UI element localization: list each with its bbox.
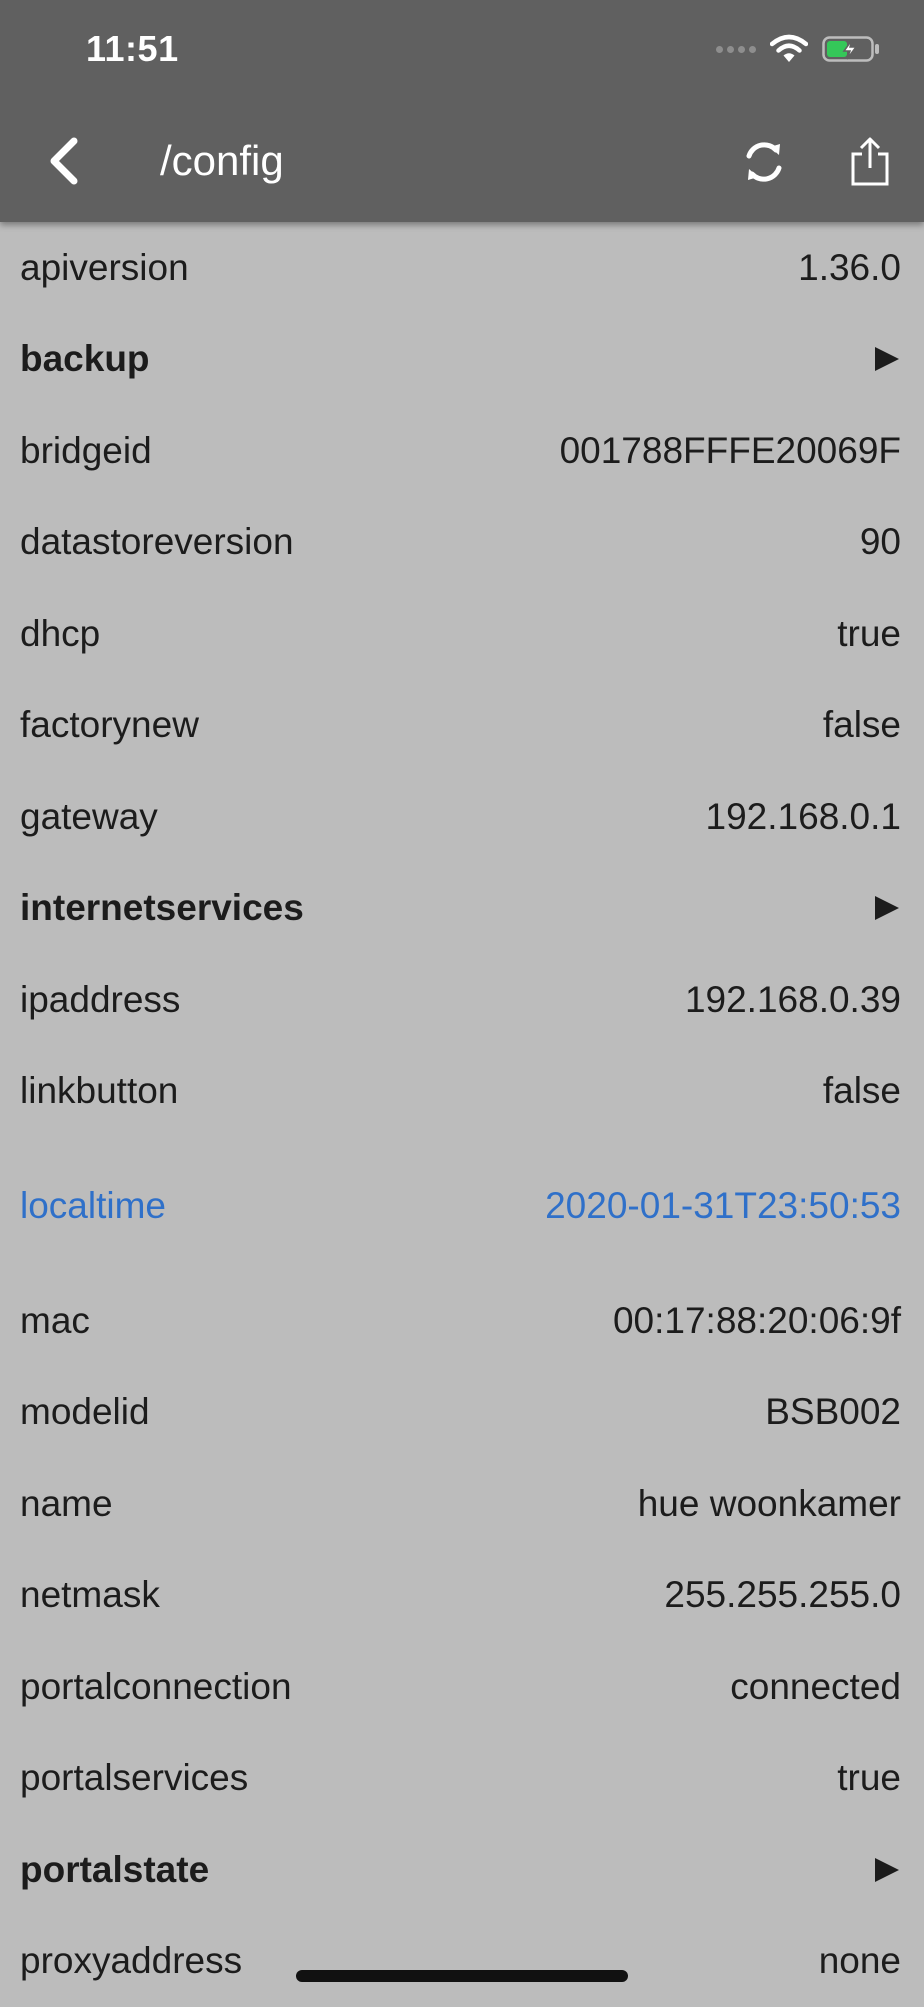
row-key: backup	[20, 338, 150, 380]
row-value: 001788FFFE20069F	[560, 430, 901, 472]
row-value: none	[819, 1940, 901, 1982]
row-key: portalconnection	[20, 1666, 292, 1708]
row-key: ipaddress	[20, 979, 180, 1021]
row-key: bridgeid	[20, 430, 152, 472]
row-key: internetservices	[20, 887, 304, 929]
list-item-gateway[interactable]: gateway 192.168.0.1	[0, 771, 924, 863]
list-item-netmask[interactable]: netmask 255.255.255.0	[0, 1550, 924, 1642]
wifi-icon	[770, 34, 808, 64]
list-item-internetservices[interactable]: internetservices	[0, 863, 924, 955]
row-key: modelid	[20, 1391, 150, 1433]
list-item-linkbutton[interactable]: linkbutton false	[0, 1046, 924, 1138]
row-key: factorynew	[20, 704, 199, 746]
status-icons	[716, 32, 880, 66]
expand-arrow-icon	[875, 896, 899, 920]
row-key: localtime	[20, 1185, 166, 1227]
top-bar: 11:51 /config	[0, 0, 924, 222]
list-item-portalconnection[interactable]: portalconnection connected	[0, 1641, 924, 1733]
list-item-mac[interactable]: mac 00:17:88:20:06:9f	[0, 1275, 924, 1367]
list-item-apiversion[interactable]: apiversion 1.36.0	[0, 222, 924, 314]
config-list: apiversion 1.36.0 backup bridgeid 001788…	[0, 222, 924, 2007]
row-value: 2020-01-31T23:50:53	[531, 1183, 901, 1229]
row-value: 192.168.0.39	[685, 979, 901, 1021]
share-icon[interactable]	[848, 136, 892, 188]
row-key: datastoreversion	[20, 521, 294, 563]
row-value: true	[837, 1757, 901, 1799]
row-value: 255.255.255.0	[664, 1574, 901, 1616]
row-value: hue woonkamer	[638, 1483, 901, 1525]
home-indicator[interactable]	[296, 1970, 628, 1982]
row-value: false	[823, 1070, 901, 1112]
row-key: apiversion	[20, 247, 189, 289]
refresh-icon[interactable]	[740, 136, 788, 188]
row-value: connected	[730, 1666, 901, 1708]
row-key: proxyaddress	[20, 1940, 242, 1982]
battery-icon	[822, 34, 880, 64]
row-value: BSB002	[765, 1391, 901, 1433]
row-key: name	[20, 1483, 113, 1525]
row-value: true	[837, 613, 901, 655]
back-button[interactable]	[44, 136, 84, 186]
page-title: /config	[160, 136, 284, 186]
expand-arrow-icon	[875, 347, 899, 371]
status-time: 11:51	[86, 28, 179, 70]
list-item-proxyaddress[interactable]: proxyaddress none	[0, 1916, 924, 2007]
row-value: 192.168.0.1	[706, 796, 901, 838]
list-item-bridgeid[interactable]: bridgeid 001788FFFE20069F	[0, 405, 924, 497]
row-value: 90	[860, 521, 901, 563]
row-key: gateway	[20, 796, 158, 838]
row-key: dhcp	[20, 613, 100, 655]
list-item-portalstate[interactable]: portalstate	[0, 1824, 924, 1916]
row-key: portalservices	[20, 1757, 248, 1799]
row-key: mac	[20, 1300, 90, 1342]
list-item-name[interactable]: name hue woonkamer	[0, 1458, 924, 1550]
row-value: 1.36.0	[798, 247, 901, 289]
list-item-modelid[interactable]: modelid BSB002	[0, 1367, 924, 1459]
list-item-factorynew[interactable]: factorynew false	[0, 680, 924, 772]
list-item-datastoreversion[interactable]: datastoreversion 90	[0, 497, 924, 589]
row-value: false	[823, 704, 901, 746]
row-value: 00:17:88:20:06:9f	[613, 1300, 901, 1342]
list-item-backup[interactable]: backup	[0, 314, 924, 406]
list-item-ipaddress[interactable]: ipaddress 192.168.0.39	[0, 954, 924, 1046]
expand-arrow-icon	[875, 1858, 899, 1882]
list-item-localtime[interactable]: localtime 2020-01-31T23:50:53	[0, 1137, 924, 1275]
row-key: linkbutton	[20, 1070, 178, 1112]
row-key: portalstate	[20, 1849, 209, 1891]
cellular-signal-icon	[716, 46, 756, 53]
list-item-portalservices[interactable]: portalservices true	[0, 1733, 924, 1825]
list-item-dhcp[interactable]: dhcp true	[0, 588, 924, 680]
row-key: netmask	[20, 1574, 160, 1616]
